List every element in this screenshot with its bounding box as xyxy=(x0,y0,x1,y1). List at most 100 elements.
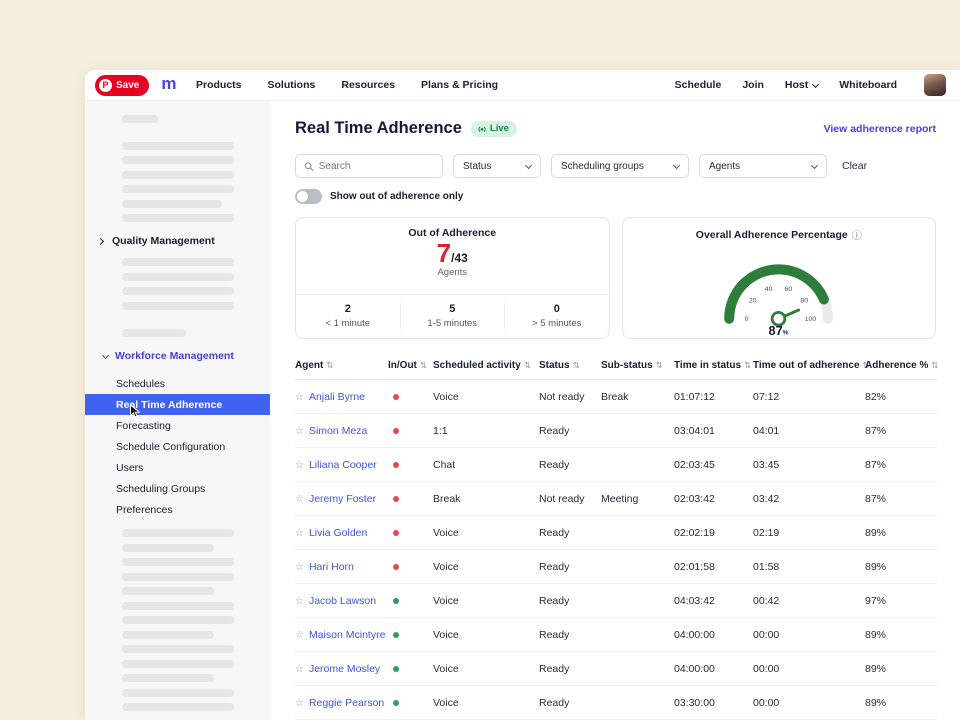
gauge-tick-label: 80 xyxy=(801,297,809,304)
column-header-scheduled-activity[interactable]: Scheduled activity⇅ xyxy=(433,352,539,380)
nav-item-resources[interactable]: Resources xyxy=(341,79,395,91)
time-out-of-adherence-cell: 00:42 xyxy=(753,584,865,618)
clear-filters-link[interactable]: Clear xyxy=(842,160,867,172)
scheduling-groups-select[interactable]: Scheduling groups xyxy=(551,154,689,178)
status-select-label: Status xyxy=(463,161,491,172)
star-icon[interactable]: ☆ xyxy=(295,630,304,641)
column-header-time-in-status[interactable]: Time in status⇅ xyxy=(674,352,753,380)
breakdown-label: > 5 minutes xyxy=(505,318,609,329)
inout-status-dot xyxy=(393,632,399,638)
agent-cell: ☆ Maison Mcintyre xyxy=(295,618,388,652)
scheduled-activity-cell: Voice xyxy=(433,652,539,686)
agent-cell: ☆ Liliana Cooper xyxy=(295,448,388,482)
pinterest-save-button[interactable]: P Save xyxy=(95,75,149,96)
star-icon[interactable]: ☆ xyxy=(295,426,304,437)
scheduled-activity-cell: Voice xyxy=(433,584,539,618)
out-of-adherence-title: Out of Adherence xyxy=(408,227,496,239)
status-cell: Ready xyxy=(539,516,601,550)
column-header-in-out[interactable]: In/Out⇅ xyxy=(388,352,433,380)
agent-name-link[interactable]: Jacob Lawson xyxy=(309,595,376,607)
agent-name-link[interactable]: Liliana Cooper xyxy=(309,459,377,471)
scheduled-activity-cell: Voice xyxy=(433,618,539,652)
skeleton-bar xyxy=(122,645,234,653)
column-header-time-out-of-adherence[interactable]: Time out of adherence⇅ xyxy=(753,352,865,380)
star-icon[interactable]: ☆ xyxy=(295,664,304,675)
agent-name-link[interactable]: Livia Golden xyxy=(309,527,367,539)
info-icon[interactable]: ⓘ xyxy=(852,227,862,242)
nav-item-plans-pricing[interactable]: Plans & Pricing xyxy=(421,79,498,91)
gauge-tick-label: 0 xyxy=(745,316,749,323)
agent-name-link[interactable]: Reggie Pearson xyxy=(309,697,384,709)
star-icon[interactable]: ☆ xyxy=(295,698,304,709)
miro-logo[interactable]: m xyxy=(161,74,176,94)
breakdown-label: 1-5 minutes xyxy=(401,318,505,329)
main-content: Real Time Adherence Live View adherence … xyxy=(270,101,960,720)
sidebar-item-quality-management[interactable]: Quality Management xyxy=(85,229,270,253)
sidebar-item-schedules[interactable]: Schedules xyxy=(85,373,270,394)
sidebar-item-schedule-configuration[interactable]: Schedule Configuration xyxy=(85,436,270,457)
skeleton-bar xyxy=(122,115,158,123)
column-header-sub-status[interactable]: Sub-status⇅ xyxy=(601,352,674,380)
sidebar-item-workforce-management[interactable]: Workforce Management xyxy=(85,344,270,368)
nav-item-schedule[interactable]: Schedule xyxy=(675,79,722,91)
skeleton-bar xyxy=(122,171,234,179)
skeleton-bar xyxy=(122,660,234,668)
search-box[interactable] xyxy=(295,154,443,178)
nav-item-whiteboard[interactable]: Whiteboard xyxy=(839,79,897,91)
star-icon[interactable]: ☆ xyxy=(295,392,304,403)
column-header-adherence[interactable]: Adherence %⇅ xyxy=(865,352,937,380)
time-in-status-cell: 02:03:42 xyxy=(674,482,753,516)
adherence-gauge: 87% 020406080100 xyxy=(696,242,861,337)
agent-name-link[interactable]: Jeremy Foster xyxy=(309,493,376,505)
star-icon[interactable]: ☆ xyxy=(295,494,304,505)
sidebar-item-users[interactable]: Users xyxy=(85,457,270,478)
view-adherence-report-link[interactable]: View adherence report xyxy=(824,123,936,135)
out-of-adherence-count: 7 /43 xyxy=(437,240,468,267)
user-avatar[interactable] xyxy=(924,74,946,96)
skeleton-bar xyxy=(122,616,234,624)
status-cell: Ready xyxy=(539,550,601,584)
scheduled-activity-cell: Voice xyxy=(433,380,539,414)
gauge-tick-label: 60 xyxy=(785,286,793,293)
star-icon[interactable]: ☆ xyxy=(295,596,304,607)
time-out-of-adherence-cell: 03:45 xyxy=(753,448,865,482)
nav-item-solutions[interactable]: Solutions xyxy=(268,79,316,91)
table-row: ☆Jacob LawsonVoiceReady04:03:4200:4297% xyxy=(295,584,937,618)
time-out-of-adherence-cell: 01:58 xyxy=(753,550,865,584)
nav-item-join[interactable]: Join xyxy=(742,79,764,91)
star-icon[interactable]: ☆ xyxy=(295,528,304,539)
sidebar-item-label: Workforce Management xyxy=(115,350,234,362)
out-of-adherence-toggle[interactable] xyxy=(295,189,322,204)
chevron-down-icon xyxy=(525,161,532,168)
sidebar-item-preferences[interactable]: Preferences xyxy=(85,499,270,520)
sidebar-item-scheduling-groups[interactable]: Scheduling Groups xyxy=(85,478,270,499)
agent-name-link[interactable]: Maison Mcintyre xyxy=(309,629,385,641)
sidebar-skeleton-group-mid xyxy=(85,258,270,337)
inout-cell xyxy=(388,448,433,482)
agents-select[interactable]: Agents xyxy=(699,154,827,178)
overall-adherence-title: Overall Adherence Percentage ⓘ xyxy=(696,227,862,242)
agent-name-link[interactable]: Simon Meza xyxy=(309,425,367,437)
time-in-status-cell: 02:03:45 xyxy=(674,448,753,482)
agent-name-link[interactable]: Anjali Byrne xyxy=(309,391,365,403)
sidebar-item-real-time-adherence[interactable]: Real Time Adherence xyxy=(85,394,270,415)
agent-name-link[interactable]: Jerome Mosley xyxy=(309,663,380,675)
chevron-down-icon xyxy=(673,161,680,168)
agent-name-link[interactable]: Hari Horn xyxy=(309,561,354,573)
column-header-status[interactable]: Status⇅ xyxy=(539,352,601,380)
sidebar-skeleton-group-bottom xyxy=(85,529,270,711)
agent-cell: ☆ Reggie Pearson xyxy=(295,686,388,720)
nav-item-products[interactable]: Products xyxy=(196,79,242,91)
search-input[interactable] xyxy=(319,161,434,172)
breakdown-label: < 1 minute xyxy=(296,318,400,329)
star-icon[interactable]: ☆ xyxy=(295,562,304,573)
status-select[interactable]: Status xyxy=(453,154,541,178)
column-header-agent[interactable]: Agent⇅ xyxy=(295,352,388,380)
status-cell: Ready xyxy=(539,652,601,686)
agent-cell: ☆ Jerome Mosley xyxy=(295,652,388,686)
sort-icon: ⇅ xyxy=(656,360,663,370)
star-icon[interactable]: ☆ xyxy=(295,460,304,471)
nav-item-host[interactable]: Host xyxy=(785,79,818,91)
workforce-management-submenu: SchedulesReal Time AdherenceForecastingS… xyxy=(85,373,270,520)
sidebar-item-forecasting[interactable]: Forecasting xyxy=(85,415,270,436)
